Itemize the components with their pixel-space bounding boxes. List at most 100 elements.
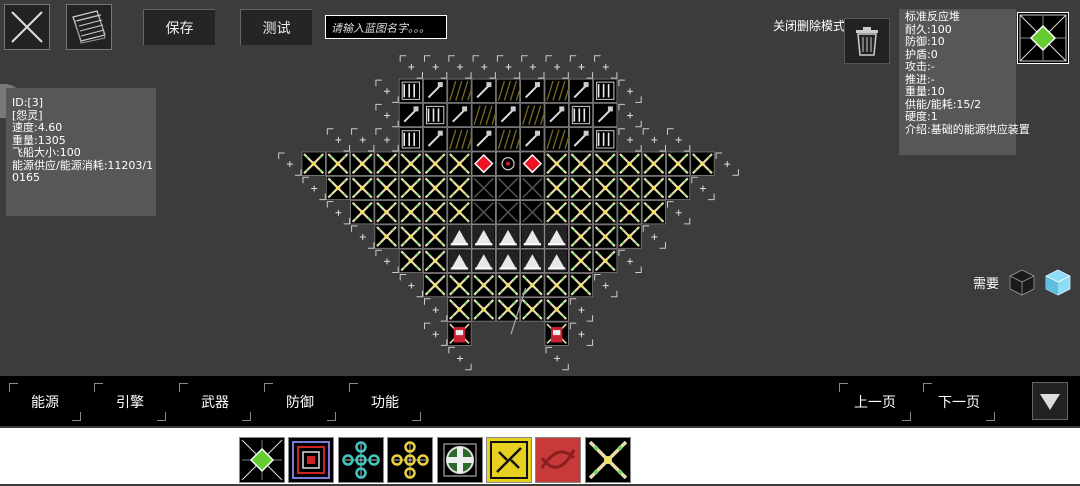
hull-tile[interactable] xyxy=(398,151,423,176)
gold-tile[interactable] xyxy=(544,78,572,103)
hull-tile[interactable] xyxy=(447,151,472,176)
hull-tile[interactable] xyxy=(641,200,666,225)
empty-slot[interactable] xyxy=(302,176,326,201)
launcher-tile[interactable] xyxy=(398,127,423,152)
tab-engine[interactable]: 引擎 xyxy=(94,383,166,421)
hull-tile[interactable] xyxy=(568,151,593,176)
empty-slot[interactable] xyxy=(448,55,472,79)
dark-tile[interactable] xyxy=(520,176,545,200)
hull-tile[interactable] xyxy=(398,200,423,225)
dark-tile[interactable] xyxy=(471,200,496,225)
hull-tile[interactable] xyxy=(350,151,375,176)
empty-slot[interactable] xyxy=(545,55,569,79)
empty-slot[interactable] xyxy=(642,225,666,249)
empty-slot[interactable] xyxy=(351,225,375,249)
armor-tile[interactable] xyxy=(496,248,520,273)
hull-tile[interactable] xyxy=(544,176,569,200)
empty-slot[interactable] xyxy=(351,128,375,152)
gold-tile[interactable] xyxy=(447,127,475,152)
palette-slot-red-swirl-part[interactable] xyxy=(535,437,582,483)
tab-function[interactable]: 功能 xyxy=(349,383,421,421)
armor-tile[interactable] xyxy=(520,224,545,249)
weapon-tile[interactable] xyxy=(496,103,520,128)
empty-slot[interactable] xyxy=(618,103,642,128)
trash-button[interactable] xyxy=(844,18,890,64)
hull-tile[interactable] xyxy=(568,248,593,273)
weapon-tile[interactable] xyxy=(593,103,618,128)
gold-tile[interactable] xyxy=(496,127,524,152)
hull-tile[interactable] xyxy=(496,273,520,298)
hull-tile[interactable] xyxy=(544,151,569,176)
empty-slot[interactable] xyxy=(594,274,618,298)
hull-tile[interactable] xyxy=(423,224,448,249)
selected-part-preview[interactable] xyxy=(1017,12,1069,64)
hull-tile[interactable] xyxy=(374,151,399,176)
hull-tile[interactable] xyxy=(423,273,448,298)
close-editor-button[interactable] xyxy=(4,4,50,50)
empty-slot[interactable] xyxy=(521,55,545,79)
empty-slot[interactable] xyxy=(375,249,399,273)
gold-tile[interactable] xyxy=(520,103,548,128)
hull-tile[interactable] xyxy=(471,297,496,322)
hull-tile[interactable] xyxy=(398,176,423,200)
empty-slot[interactable] xyxy=(569,322,594,346)
prev-page-button[interactable]: 上一页 xyxy=(839,383,911,421)
weapon-tile[interactable] xyxy=(423,78,448,103)
launcher-tile[interactable] xyxy=(593,127,618,152)
empty-slot[interactable] xyxy=(326,128,351,152)
engine-tile[interactable] xyxy=(544,321,569,346)
hull-tile[interactable] xyxy=(423,151,448,176)
launcher-tile[interactable] xyxy=(398,78,423,103)
empty-slot[interactable] xyxy=(424,55,448,79)
empty-slot[interactable] xyxy=(326,201,351,225)
weapon-tile[interactable] xyxy=(520,78,545,103)
hull-tile[interactable] xyxy=(666,151,691,176)
hull-tile[interactable] xyxy=(350,176,375,200)
hull-tile[interactable] xyxy=(398,248,423,273)
palette-slot-teal-node-part[interactable] xyxy=(337,437,384,483)
blueprint-list-button[interactable] xyxy=(66,4,112,50)
armor-tile[interactable] xyxy=(471,224,496,249)
gold-tile[interactable] xyxy=(544,127,572,152)
engine-tile[interactable] xyxy=(447,321,472,346)
hull-tile[interactable] xyxy=(690,151,715,176)
hull-tile[interactable] xyxy=(447,297,472,322)
armor-tile[interactable] xyxy=(544,248,569,273)
save-button[interactable]: 保存 xyxy=(143,9,215,45)
hull-tile[interactable] xyxy=(568,200,593,225)
empty-slot[interactable] xyxy=(424,322,448,346)
gold-tile[interactable] xyxy=(496,78,524,103)
weapon-tile[interactable] xyxy=(471,78,496,103)
hull-tile[interactable] xyxy=(301,151,326,176)
empty-slot[interactable] xyxy=(618,79,642,103)
empty-slot[interactable] xyxy=(375,79,399,103)
hull-tile[interactable] xyxy=(544,200,569,225)
weapon-tile[interactable] xyxy=(568,78,593,103)
test-button[interactable]: 测试 xyxy=(240,9,312,45)
dark-tile[interactable] xyxy=(496,176,520,200)
empty-slot[interactable] xyxy=(278,152,302,176)
hull-tile[interactable] xyxy=(374,176,399,200)
hull-tile[interactable] xyxy=(325,151,350,176)
gold-tile[interactable] xyxy=(471,103,499,128)
hull-tile[interactable] xyxy=(471,273,496,298)
armor-tile[interactable] xyxy=(520,248,545,273)
hull-tile[interactable] xyxy=(593,151,618,176)
hull-tile[interactable] xyxy=(544,273,569,298)
hull-tile[interactable] xyxy=(350,200,375,225)
armor-tile[interactable] xyxy=(447,248,472,273)
armor-tile[interactable] xyxy=(447,224,472,249)
empty-slot[interactable] xyxy=(618,249,642,273)
armor-tile[interactable] xyxy=(496,224,520,249)
weapon-tile[interactable] xyxy=(568,127,593,152)
tab-energy[interactable]: 能源 xyxy=(9,383,81,421)
tab-defense[interactable]: 防御 xyxy=(264,383,336,421)
hull-tile[interactable] xyxy=(641,176,666,200)
empty-slot[interactable] xyxy=(399,55,423,79)
empty-slot[interactable] xyxy=(545,346,569,371)
empty-slot[interactable] xyxy=(496,55,521,79)
hull-tile[interactable] xyxy=(666,176,691,200)
empty-slot[interactable] xyxy=(715,152,739,176)
empty-slot[interactable] xyxy=(691,176,715,201)
redcore-tile[interactable] xyxy=(471,151,496,176)
